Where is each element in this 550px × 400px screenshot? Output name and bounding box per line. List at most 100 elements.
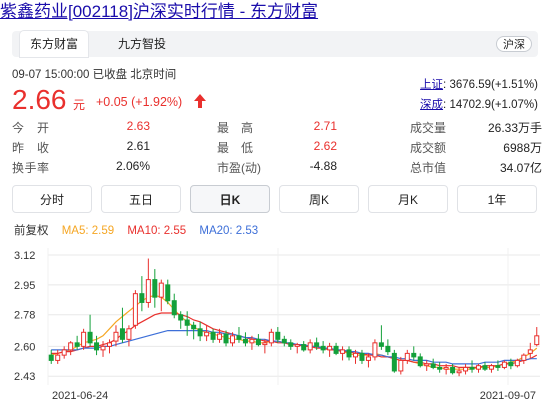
current-price: 2.66 [12, 84, 67, 115]
stat-label: 总市值 [410, 161, 447, 175]
stat-value: 26.33万手 [487, 121, 542, 135]
adjust-mode[interactable]: 前复权 [14, 225, 49, 237]
index-shenzhen-link[interactable]: 深成 [420, 99, 443, 111]
candle-body [262, 342, 268, 346]
candle-body [501, 361, 507, 368]
y-tick-label: 2.43 [14, 371, 35, 383]
candle-body [217, 333, 223, 340]
market-status: 已收盘 [92, 69, 128, 81]
candle-body [469, 366, 475, 370]
stat-label: 昨 收 [12, 141, 50, 155]
candle-body [307, 342, 313, 351]
candle-body [210, 331, 216, 340]
candle-body [223, 333, 229, 344]
candle-body [165, 284, 171, 302]
x-tick-label: 2021-06-24 [52, 390, 108, 400]
region-badge[interactable]: 沪深 [496, 36, 532, 52]
candle-body [249, 338, 255, 344]
candle-body [68, 342, 74, 351]
index-shenzhen: 深成: 14702.9(+1.07%) [420, 99, 538, 111]
candle-body [281, 338, 287, 344]
candle-body [55, 354, 61, 361]
candle-body [294, 344, 300, 347]
stat-label: 最 低 [217, 141, 254, 155]
candle-body [158, 282, 164, 298]
index-shenzhen-value: 14702.9(+1.07%) [449, 99, 538, 111]
stat-value: -4.88 [309, 159, 337, 173]
candle-body [197, 328, 203, 337]
x-tick-label: 2021-09-07 [480, 390, 536, 400]
candle-body [365, 356, 371, 361]
candle-body [48, 354, 54, 361]
tab-eastmoney[interactable]: 东方财富 [20, 31, 89, 57]
candle-body [126, 328, 132, 340]
candle-body [475, 365, 482, 370]
period-button-monthly[interactable]: 月K [368, 185, 448, 213]
quote-datetime: 09-07 15:00:00 [12, 69, 90, 81]
ma10-label: MA10: 2.55 [127, 225, 187, 237]
stat-value: 2.61 [126, 139, 150, 153]
tab-jiufang[interactable]: 九方智投 [108, 31, 176, 57]
candle-body [113, 331, 119, 342]
source-tabs: 东方财富 九方智投 沪深 [12, 31, 538, 57]
candle-body [132, 293, 138, 326]
stats-row: 今 开 2.63 最 高 2.71 成交量 26.33万手 [12, 116, 542, 136]
stat-value: 2.71 [313, 119, 337, 133]
candle-body [482, 365, 488, 370]
candle-body [404, 352, 410, 361]
candle-body [372, 342, 378, 358]
candle-body [514, 359, 520, 367]
period-button-intraday[interactable]: 分时 [12, 185, 92, 213]
candle-body [450, 366, 456, 374]
y-tick-label: 2.78 [14, 310, 35, 322]
index-shanghai: 上证: 3676.59(+1.51%) [420, 79, 538, 91]
stat-label: 换手率 [12, 161, 50, 175]
candle-body [268, 331, 274, 344]
period-button-daily[interactable]: 日K [190, 185, 270, 213]
candle-body [178, 314, 184, 321]
candle-body [139, 293, 145, 303]
candle-body [508, 361, 514, 367]
candle-body [236, 335, 242, 340]
stats-row: 昨 收 2.61 最 低 2.62 成交额 6988万 [12, 136, 542, 156]
candle-body [87, 331, 93, 344]
candle-body [437, 366, 443, 370]
period-button-1year[interactable]: 1年 [457, 185, 537, 213]
stat-label: 成交额 [410, 141, 447, 155]
candle-body [320, 345, 326, 351]
stat-value: 2.62 [313, 139, 337, 153]
y-tick-label: 2.60 [14, 341, 35, 353]
period-button-weekly[interactable]: 周K [279, 185, 359, 213]
candle-body [443, 366, 449, 370]
stats-row: 换手率 2.06% 市盈(动) -4.88 总市值 34.07亿 [12, 156, 542, 176]
period-button-5day[interactable]: 五日 [101, 185, 181, 213]
ma-legend: 前复权 MA5: 2.59 MA10: 2.55 MA20: 2.53 [14, 222, 268, 238]
candle-body [301, 344, 307, 351]
stat-label: 今 开 [12, 121, 50, 135]
quote-page: 紫鑫药业[002118]沪深实时行情 - 东方财富 东方财富 九方智投 沪深 0… [0, 0, 550, 400]
candle-body [385, 345, 391, 353]
candle-body [527, 349, 533, 354]
candle-body [378, 342, 384, 347]
candle-body [255, 338, 261, 346]
candle-body [145, 279, 151, 303]
candle-body [495, 365, 501, 368]
kline-chart[interactable]: 3.12 2.95 2.78 2.60 2.43 2021-06-24 2021-09-07 [0, 240, 550, 400]
index-shanghai-link[interactable]: 上证 [420, 79, 443, 91]
page-title-link[interactable]: 紫鑫药业[002118]沪深实时行情 - 东方财富 [0, 0, 318, 22]
change-percent: (+1.92%) [131, 95, 183, 109]
candle-body [152, 279, 158, 298]
candle-body [352, 352, 359, 358]
candle-body [456, 370, 462, 374]
ma5-label: MA5: 2.59 [61, 225, 115, 237]
change-amount: +0.05 [96, 95, 128, 109]
stat-label: 市盈(动) [217, 161, 261, 175]
candle-body [184, 319, 190, 326]
y-tick-label: 3.12 [14, 250, 35, 262]
timezone-label: 北京时间 [130, 69, 177, 81]
candle-body [81, 331, 87, 347]
stat-label: 成交量 [410, 121, 447, 135]
period-selector: 分时 五日 日K 周K 月K 1年 [12, 185, 538, 213]
candle-body [488, 365, 494, 370]
candle-body [430, 363, 436, 368]
